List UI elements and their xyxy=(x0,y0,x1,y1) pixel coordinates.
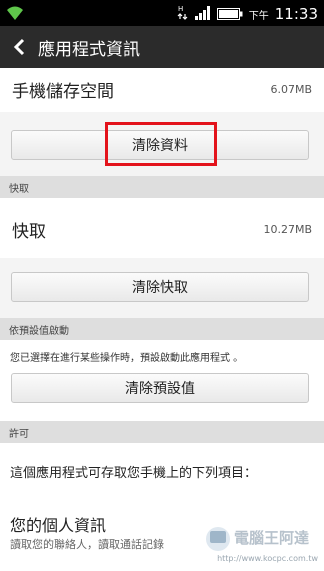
signal-icon xyxy=(194,5,211,24)
permissions-section-header: 許可 xyxy=(0,421,324,443)
svg-text:電腦王阿達: 電腦王阿達 xyxy=(234,529,309,547)
wifi-icon xyxy=(6,5,24,25)
defaults-section-header: 依預設值啟動 xyxy=(0,318,324,340)
storage-size: 6.07MB xyxy=(270,82,312,96)
cache-section-header: 快取 xyxy=(0,176,324,198)
storage-row: 手機儲存空間 6.07MB xyxy=(0,68,324,110)
cache-label: 快取 xyxy=(12,221,46,242)
personal-info-title: 您的個人資訊 xyxy=(10,516,107,535)
clear-cache-button[interactable]: 清除快取 xyxy=(11,272,309,302)
page-title: 應用程式資訊 xyxy=(38,39,140,60)
watermark-logo: 電腦王阿達 http://www.kocpc.com.tw xyxy=(204,517,320,565)
highlight-box xyxy=(105,122,217,166)
clear-defaults-button[interactable]: 清除預設值 xyxy=(11,373,309,403)
data-arrows-icon: H xyxy=(177,4,189,24)
watermark-url: http://www.kocpc.com.tw xyxy=(217,554,318,563)
storage-label: 手機儲存空間 xyxy=(12,81,114,102)
cache-row: 快取 10.27MB xyxy=(0,208,324,250)
cache-size: 10.27MB xyxy=(263,222,312,236)
clock: 11:33 xyxy=(274,5,318,23)
cache-button-area: 清除快取 xyxy=(0,258,324,318)
svg-text:H: H xyxy=(178,5,183,13)
personal-info-desc: 讀取您的聯絡人，讀取通話記錄 xyxy=(10,538,164,551)
defaults-description: 您已選擇在進行某些操作時，預設啟動此應用程式 。 xyxy=(10,353,244,364)
battery-icon xyxy=(216,5,243,24)
time-ampm: 下午 xyxy=(248,10,269,22)
back-icon[interactable] xyxy=(12,38,30,56)
permissions-intro: 這個應用程式可存取您手機上的下列項目： xyxy=(10,466,258,481)
app-bar: 應用程式資訊 xyxy=(0,26,324,68)
status-bar: H 下午 11:33 xyxy=(0,0,324,26)
